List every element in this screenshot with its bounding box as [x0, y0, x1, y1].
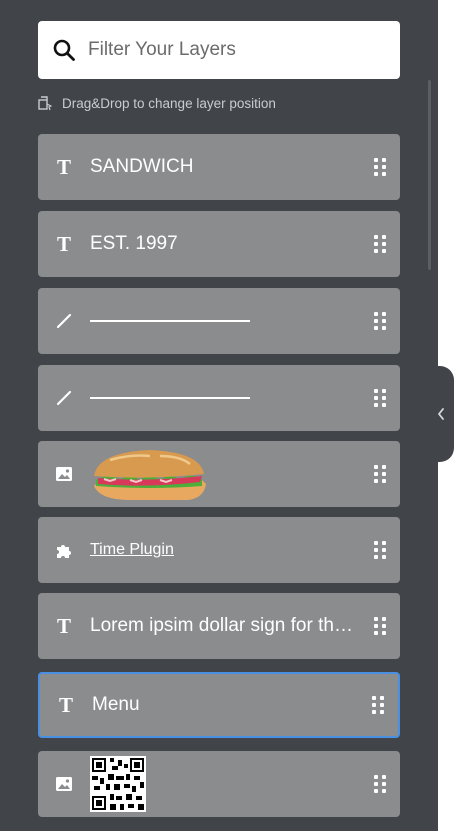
- search-icon: [53, 39, 75, 61]
- image-icon: [38, 775, 90, 793]
- collapse-panel-button[interactable]: [428, 366, 454, 462]
- drag-handle-icon[interactable]: [374, 617, 386, 635]
- qr-code-image: [90, 756, 146, 812]
- drag-handle-icon[interactable]: [374, 235, 386, 253]
- layer-label: Lorem ipsim dollar sign for the...: [90, 615, 360, 636]
- layer-item[interactable]: Time Plugin: [38, 517, 400, 583]
- layer-item[interactable]: [38, 365, 400, 431]
- sandwich-image: [94, 450, 206, 500]
- line-icon: [38, 389, 90, 407]
- layer-item[interactable]: [38, 441, 400, 507]
- layer-label: EST. 1997: [90, 233, 178, 254]
- layer-label: Menu: [92, 694, 140, 715]
- drag-handle-icon[interactable]: [372, 696, 384, 714]
- text-icon: T: [56, 613, 71, 638]
- layer-item[interactable]: T EST. 1997: [38, 211, 400, 277]
- line-preview: [90, 397, 250, 399]
- drag-handle-icon[interactable]: [374, 541, 386, 559]
- text-icon: T: [58, 692, 73, 717]
- puzzle-icon: [38, 541, 90, 559]
- layer-item[interactable]: T Lorem ipsim dollar sign for the...: [38, 593, 400, 659]
- drag-handle-icon[interactable]: [374, 312, 386, 330]
- line-icon: [38, 312, 90, 330]
- layer-item[interactable]: [38, 751, 400, 817]
- drag-handle-icon[interactable]: [374, 158, 386, 176]
- search-box[interactable]: [38, 21, 400, 79]
- layer-label: SANDWICH: [90, 156, 194, 177]
- drag-handle-icon[interactable]: [374, 389, 386, 407]
- drag-hint-icon: [38, 96, 52, 111]
- chevron-left-icon: [438, 408, 444, 420]
- layer-item-selected[interactable]: T Menu: [38, 672, 400, 738]
- layer-item[interactable]: [38, 288, 400, 354]
- drag-hint-text: Drag&Drop to change layer position: [62, 95, 276, 111]
- image-icon: [38, 465, 90, 483]
- plugin-link[interactable]: Time Plugin: [90, 541, 174, 559]
- drag-handle-icon[interactable]: [374, 775, 386, 793]
- drag-handle-icon[interactable]: [374, 465, 386, 483]
- drag-hint: Drag&Drop to change layer position: [38, 95, 276, 111]
- layer-item[interactable]: T SANDWICH: [38, 134, 400, 200]
- scrollbar[interactable]: [428, 80, 431, 270]
- layers-panel: Drag&Drop to change layer position T SAN…: [0, 0, 438, 831]
- text-icon: T: [56, 154, 71, 179]
- text-icon: T: [56, 231, 71, 256]
- search-input[interactable]: [86, 38, 380, 62]
- line-preview: [90, 320, 250, 322]
